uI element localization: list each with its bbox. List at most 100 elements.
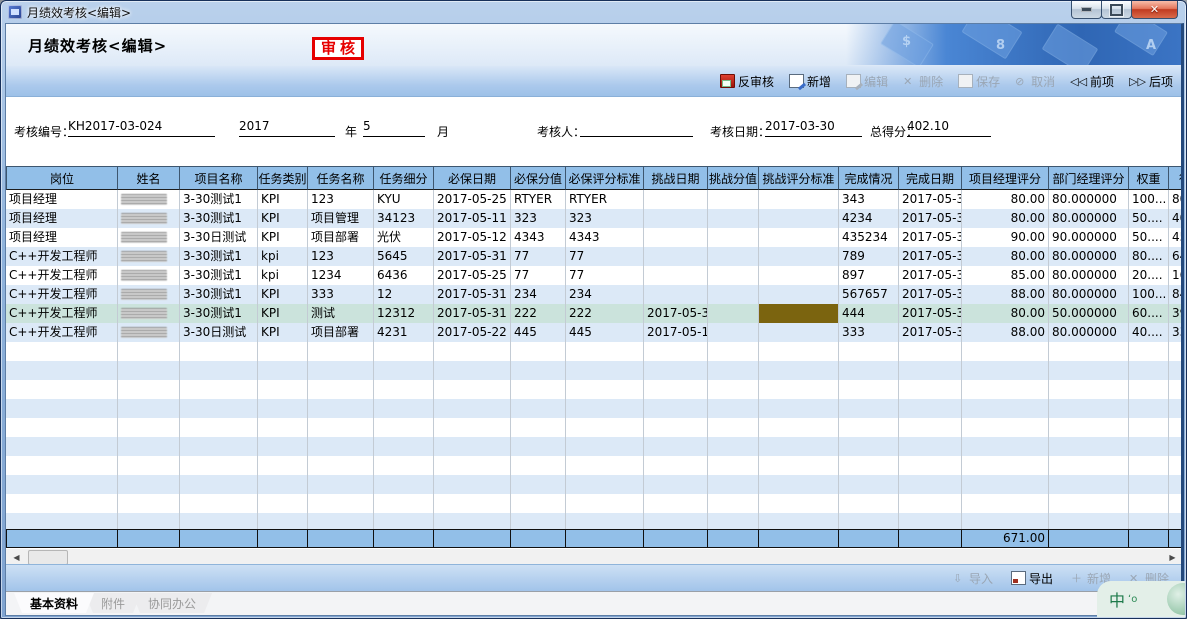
cell-项目经理评分[interactable]: 80.00 [962,209,1049,228]
cell-得分[interactable]: 64. [1169,247,1183,266]
cell-完成情况[interactable]: 4234 [839,209,899,228]
编辑-button[interactable]: 编辑 [846,73,888,90]
cell-姓名[interactable] [118,304,180,323]
cell-岗位[interactable]: 项目经理 [6,228,118,247]
table-row[interactable]: 项目经理3-30日测试KPI项目部署光伏2017-05-124343434343… [6,228,1183,247]
cell-得分[interactable]: 39. [1169,304,1183,323]
cell-任务细分[interactable]: 6436 [374,266,434,285]
cell-必保分值[interactable]: RTYER [511,190,566,209]
cell-项目经理评分[interactable]: 88.00 [962,285,1049,304]
table-row[interactable]: C++开发工程师3-30测试1KPI333122017-05-312342345… [6,285,1183,304]
cell-必保日期[interactable]: 2017-05-25 [434,266,511,285]
cell-任务名称[interactable]: 1234 [308,266,374,285]
cell-项目名称[interactable]: 3-30测试1 [180,266,258,285]
cell-部门经理评分[interactable]: 80.000000 [1049,266,1129,285]
cell-挑战分值[interactable] [708,304,759,323]
cell-得分[interactable]: 33. [1169,323,1183,342]
cell-项目名称[interactable]: 3-30测试1 [180,285,258,304]
cell-得分[interactable]: 84. [1169,285,1183,304]
cell-项目名称[interactable]: 3-30测试1 [180,247,258,266]
cell-部门经理评分[interactable]: 80.000000 [1049,190,1129,209]
column-header-项目经理评分[interactable]: 项目经理评分 [962,166,1049,190]
titlebar[interactable]: 月绩效考核<编辑> [1,1,1186,23]
cell-岗位[interactable]: C++开发工程师 [6,247,118,266]
cell-姓名[interactable] [118,209,180,228]
cell-挑战分值[interactable] [708,247,759,266]
cell-必保评分标准[interactable]: 323 [566,209,644,228]
table-row[interactable]: 项目经理3-30测试1KPI123KYU2017-05-25RTYERRTYER… [6,190,1183,209]
cell-必保日期[interactable]: 2017-05-11 [434,209,511,228]
cell-得分[interactable]: 40. [1169,209,1183,228]
cell-必保评分标准[interactable]: 4343 [566,228,644,247]
cell-任务类别[interactable]: KPI [258,209,308,228]
cell-挑战分值[interactable] [708,228,759,247]
cell-姓名[interactable] [118,285,180,304]
cell-项目名称[interactable]: 3-30测试1 [180,304,258,323]
cell-必保分值[interactable]: 77 [511,266,566,285]
cell-项目名称[interactable]: 3-30测试1 [180,209,258,228]
cell-挑战日期[interactable] [644,266,708,285]
cell-挑战日期[interactable] [644,285,708,304]
cell-任务细分[interactable]: 5645 [374,247,434,266]
cell-挑战日期[interactable] [644,190,708,209]
cell-挑战评分标准[interactable] [759,266,839,285]
cell-项目经理评分[interactable]: 80.00 [962,190,1049,209]
table-row[interactable]: 项目经理3-30测试1KPI项目管理341232017-05-113233234… [6,209,1183,228]
cell-必保评分标准[interactable]: 77 [566,247,644,266]
cell-姓名[interactable] [118,228,180,247]
保存-button[interactable]: 保存 [958,73,1000,90]
cell-必保日期[interactable]: 2017-05-12 [434,228,511,247]
cell-任务类别[interactable]: kpi [258,247,308,266]
cell-项目名称[interactable]: 3-30日测试 [180,228,258,247]
cell-任务名称[interactable]: 123 [308,247,374,266]
horizontal-scrollbar[interactable]: ◀ ▶ [6,548,1183,564]
cell-得分[interactable]: 16. [1169,266,1183,285]
后项-button[interactable]: ▷▷后项 [1129,73,1173,90]
cell-任务细分[interactable]: 12 [374,285,434,304]
cell-得分[interactable]: 80. [1169,190,1183,209]
cell-必保评分标准[interactable]: RTYER [566,190,644,209]
cell-权重[interactable]: 60.... [1129,304,1169,323]
cell-任务名称[interactable]: 项目管理 [308,209,374,228]
cell-项目经理评分[interactable]: 85.00 [962,266,1049,285]
导入-button[interactable]: ⇩导入 [953,570,993,587]
scrollbar-thumb[interactable] [28,550,68,565]
cell-必保评分标准[interactable]: 77 [566,266,644,285]
cell-任务名称[interactable]: 项目部署 [308,228,374,247]
导出-button[interactable]: 导出 [1011,570,1053,587]
前项-button[interactable]: ◁◁前项 [1070,73,1114,90]
column-header-必保分值[interactable]: 必保分值 [511,166,566,190]
cell-岗位[interactable]: C++开发工程师 [6,323,118,342]
cell-权重[interactable]: 100... [1129,190,1169,209]
cell-岗位[interactable]: C++开发工程师 [6,266,118,285]
cell-完成情况[interactable]: 333 [839,323,899,342]
scroll-left-arrow-icon[interactable]: ◀ [9,551,24,563]
反审核-button[interactable]: 反审核 [720,73,774,90]
cell-岗位[interactable]: 项目经理 [6,190,118,209]
新增-button[interactable]: 新增 [789,73,831,90]
cell-挑战日期[interactable]: 2017-05-12 [644,323,708,342]
cell-必保评分标准[interactable]: 222 [566,304,644,323]
cell-任务类别[interactable]: KPI [258,285,308,304]
cell-必保分值[interactable]: 77 [511,247,566,266]
cell-必保日期[interactable]: 2017-05-31 [434,247,511,266]
cell-完成日期[interactable]: 2017-05-31 [899,247,962,266]
cell-得分[interactable]: 45. [1169,228,1183,247]
cell-完成情况[interactable]: 789 [839,247,899,266]
maximize-button[interactable] [1101,1,1132,19]
assessment-no-field[interactable]: KH2017-03-024 [68,117,215,137]
cell-项目经理评分[interactable]: 88.00 [962,323,1049,342]
column-header-挑战日期[interactable]: 挑战日期 [644,166,708,190]
cell-挑战分值[interactable] [708,190,759,209]
cell-完成日期[interactable]: 2017-05-31 [899,190,962,209]
cell-姓名[interactable] [118,323,180,342]
cell-任务细分[interactable]: 12312 [374,304,434,323]
cell-任务名称[interactable]: 测试 [308,304,374,323]
column-header-姓名[interactable]: 姓名 [118,166,180,190]
cell-权重[interactable]: 20.... [1129,266,1169,285]
cell-任务类别[interactable]: kpi [258,266,308,285]
table-row[interactable]: C++开发工程师3-30测试1KPI测试123122017-05-3122222… [6,304,1183,323]
column-header-必保日期[interactable]: 必保日期 [434,166,511,190]
cell-完成日期[interactable]: 2017-05-30 [899,304,962,323]
month-field[interactable]: 5 [363,117,425,137]
